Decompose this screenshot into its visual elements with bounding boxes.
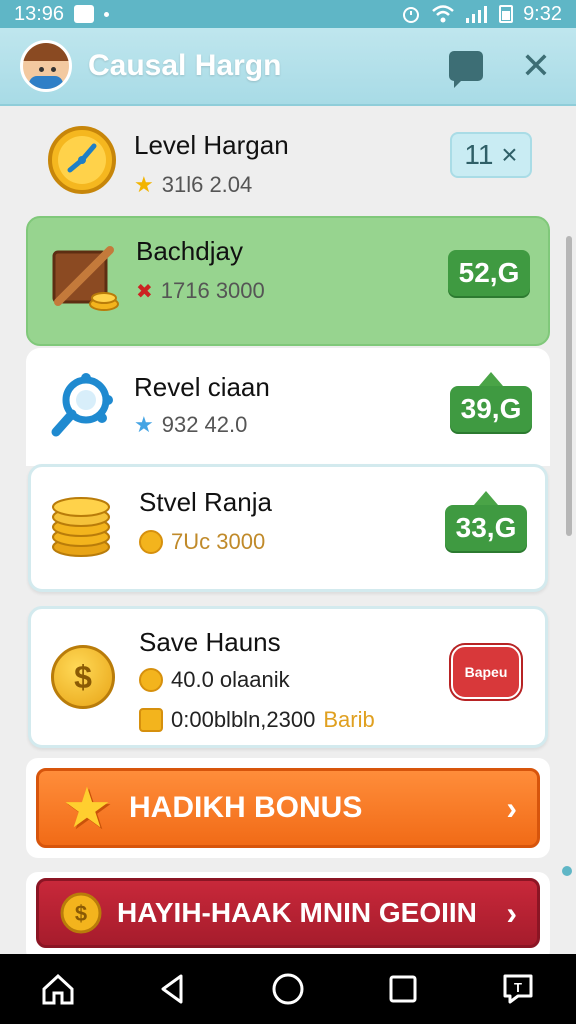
- chevron-right-icon: ›: [506, 789, 517, 826]
- content-list[interactable]: Level Hargan ★ 31l6 2.04 11 × Bachdjay ✖…: [0, 106, 576, 954]
- app-bar: Causal Hargn ✕: [0, 28, 576, 106]
- star-icon: ★: [134, 172, 154, 197]
- scrollbar[interactable]: [566, 236, 572, 536]
- circle-icon: [272, 973, 304, 1005]
- item-line2: 0:00blbln,2300: [171, 707, 316, 732]
- back-icon: [161, 974, 183, 1004]
- wallet-icon: [139, 708, 163, 732]
- gear-search-icon: [46, 370, 118, 442]
- home-icon: [42, 973, 74, 1005]
- svg-text:T: T: [514, 980, 522, 995]
- star-icon: ★: [134, 412, 154, 437]
- arrow-up-icon: [474, 491, 498, 505]
- item-subtitle: 1716 3000: [160, 278, 265, 303]
- dollar-coin-icon: $: [59, 891, 103, 935]
- home-button[interactable]: [34, 965, 82, 1013]
- coin-stack-icon: [51, 495, 123, 567]
- item-badge[interactable]: 39,G: [450, 372, 532, 432]
- item-title: Stvel Ranja: [139, 487, 272, 517]
- item-line1: 40.0 olaanik: [171, 667, 290, 692]
- chevron-right-icon: ›: [506, 894, 517, 931]
- item-title: Save Hauns: [139, 627, 281, 657]
- list-item[interactable]: Stvel Ranja 7Uc 3000 33,G: [28, 464, 548, 592]
- back-button[interactable]: [149, 965, 197, 1013]
- coin-icon: [139, 668, 163, 692]
- notification-icon: [74, 5, 95, 23]
- list-item-selected[interactable]: Bachdjay ✖ 1716 3000 52,G: [26, 216, 550, 346]
- red-action-button[interactable]: $ HAYIH-HAAK MNIN GEOIIN ›: [36, 878, 540, 948]
- navigation-bar: T: [0, 954, 576, 1024]
- list-item[interactable]: Revel ciaan ★ 932 42.0 39,G: [26, 348, 550, 466]
- item-title: Revel ciaan: [134, 372, 270, 402]
- item-badge[interactable]: 11 ×: [450, 132, 532, 178]
- svg-text:$: $: [75, 901, 87, 926]
- alarm-icon: [403, 7, 420, 23]
- home-circle-button[interactable]: [264, 965, 312, 1013]
- star-icon: ★: [61, 776, 113, 839]
- dollar-coin-icon: $: [51, 645, 123, 717]
- item-title: Level Hargan: [134, 130, 289, 160]
- close-button[interactable]: ✕: [516, 46, 556, 86]
- item-line2-tag: Barib: [323, 707, 375, 732]
- notification-dot-icon: [104, 11, 110, 17]
- bonus-button-label: HADIKH BONUS: [129, 791, 363, 824]
- red-button-label: HAYIH-HAAK MNIN GEOIIN: [117, 897, 477, 928]
- wifi-icon: [432, 5, 454, 23]
- feedback-button[interactable]: T: [494, 965, 542, 1013]
- item-badge[interactable]: 52,G: [448, 250, 530, 296]
- feedback-icon: T: [503, 974, 533, 1004]
- list-item[interactable]: $ Save Hauns 40.0 olaanik 0:00blbln,2300…: [28, 606, 548, 748]
- avatar[interactable]: [20, 40, 72, 92]
- battery-icon: [499, 5, 514, 23]
- bonus-button[interactable]: ★ HADIKH BONUS ›: [36, 768, 540, 848]
- status-time-left: 13:96: [14, 2, 65, 25]
- scroll-indicator: [562, 866, 572, 876]
- chat-button[interactable]: [446, 46, 486, 88]
- app-title: Causal Hargn: [88, 49, 282, 82]
- item-badge[interactable]: 33,G: [445, 491, 527, 551]
- close-icon: ✕: [520, 45, 552, 86]
- coin-icon: [139, 530, 163, 554]
- list-item[interactable]: Level Hargan ★ 31l6 2.04 11 ×: [26, 110, 550, 210]
- recents-button[interactable]: [379, 965, 427, 1013]
- signal-icon: [466, 6, 488, 23]
- clock-coin-icon: [46, 124, 118, 196]
- item-subtitle: 31l6 2.04: [161, 172, 253, 197]
- cross-icon: ✖: [136, 280, 153, 303]
- item-subtitle: 932 42.0: [161, 412, 248, 437]
- chest-icon: [48, 242, 120, 314]
- status-bar: 13:96 9:32: [0, 0, 576, 28]
- item-subtitle: 7Uc 3000: [171, 529, 266, 554]
- item-title: Bachdjay: [136, 236, 243, 266]
- seal-badge[interactable]: Bapeu: [451, 645, 521, 699]
- status-time-right: 9:32: [523, 2, 562, 25]
- arrow-up-icon: [479, 372, 503, 386]
- chat-icon: [449, 51, 483, 88]
- square-icon: [389, 975, 417, 1003]
